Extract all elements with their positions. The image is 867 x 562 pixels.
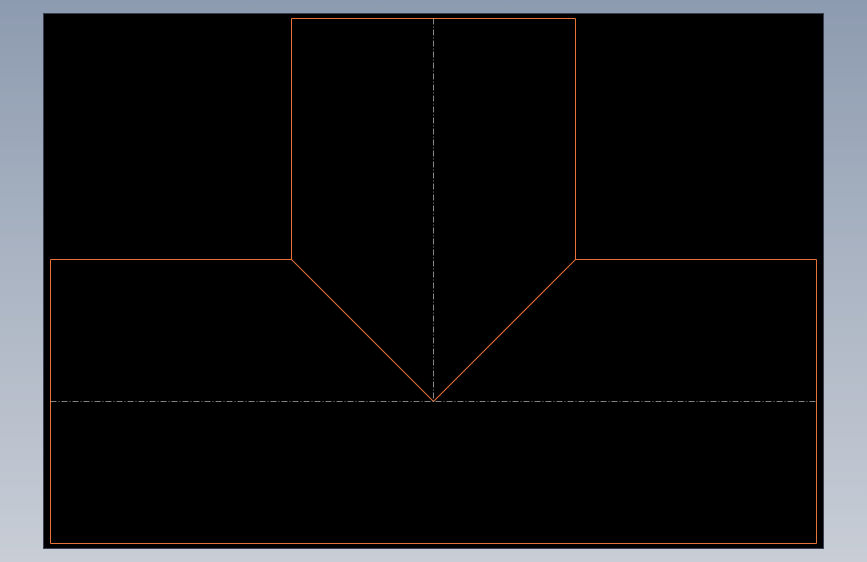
viewport-background: [44, 14, 823, 548]
tee-profile-drawing[interactable]: [0, 0, 867, 562]
